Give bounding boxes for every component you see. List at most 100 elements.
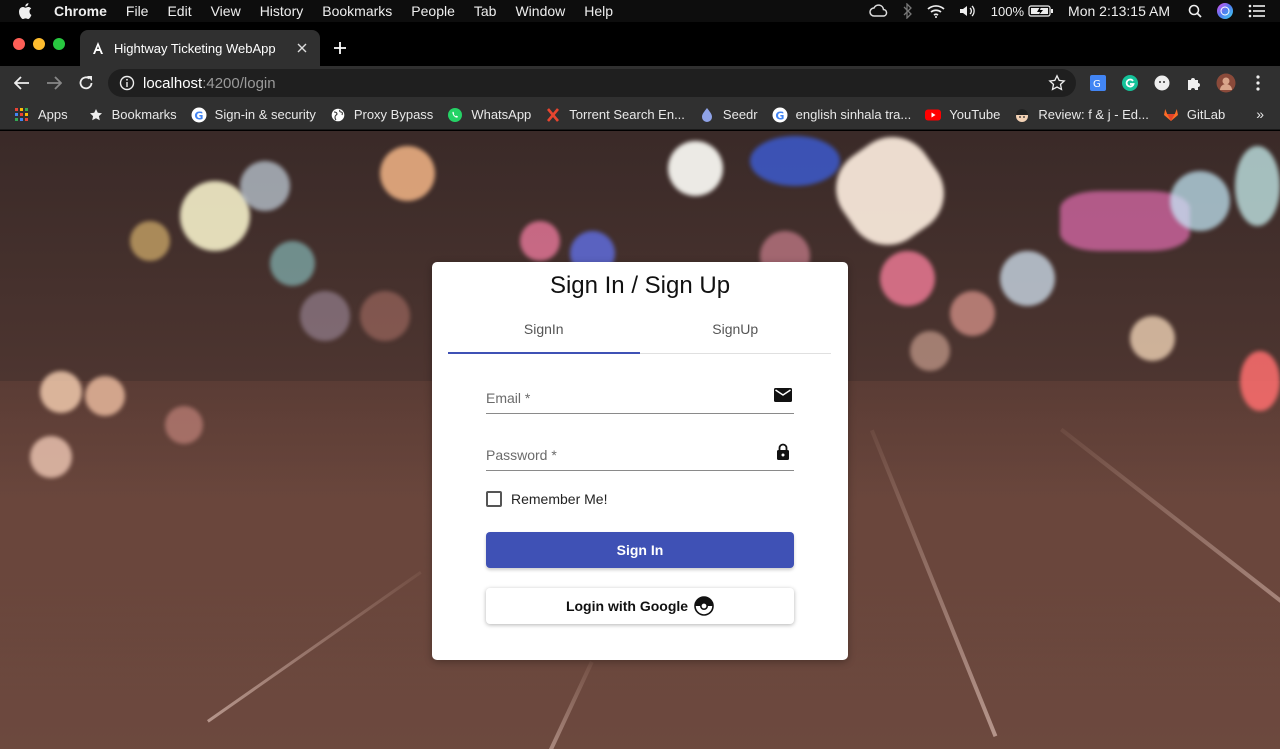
menu-file[interactable]: File <box>126 3 149 19</box>
svg-text:G: G <box>1093 79 1101 90</box>
chrome-menu-icon[interactable] <box>1248 73 1268 93</box>
google-icon: G <box>772 107 788 123</box>
zoom-window-button[interactable] <box>53 38 65 50</box>
login-with-google-button[interactable]: Login with Google <box>486 588 794 624</box>
close-tab-icon[interactable] <box>292 38 312 58</box>
google-icon: G <box>191 107 207 123</box>
bookmark-seedr[interactable]: Seedr <box>699 107 758 123</box>
macos-menu-bar: Chrome File Edit View History Bookmarks … <box>0 0 1280 22</box>
browser-tab-active[interactable]: Hightway Ticketing WebApp <box>80 30 320 66</box>
menu-edit[interactable]: Edit <box>167 3 191 19</box>
creative-cloud-icon[interactable] <box>869 4 889 18</box>
bookmark-gitlab[interactable]: GitLab <box>1163 107 1225 123</box>
password-label: Password * <box>486 447 557 463</box>
bookmark-label: Apps <box>38 107 68 122</box>
bookmark-label: Torrent Search En... <box>569 107 685 122</box>
bookmark-proxy-bypass[interactable]: Proxy Bypass <box>330 107 433 123</box>
bookmark-bookmarks[interactable]: Bookmarks <box>88 107 177 123</box>
seedr-icon <box>699 107 715 123</box>
card-title: Sign In / Sign Up <box>549 272 731 299</box>
bookmarks-bar: Apps Bookmarks G Sign-in & security Prox… <box>0 100 1280 130</box>
forward-button[interactable] <box>42 71 66 95</box>
notification-center-icon[interactable] <box>1248 4 1266 18</box>
remember-me-checkbox[interactable]: Remember Me! <box>486 491 607 507</box>
volume-icon[interactable] <box>959 4 977 18</box>
angular-favicon-icon <box>90 40 106 56</box>
bookmark-sign-in-security[interactable]: G Sign-in & security <box>191 107 316 123</box>
bookmark-youtube[interactable]: YouTube <box>925 107 1000 123</box>
email-label: Email * <box>486 390 531 406</box>
whatsapp-icon <box>447 107 463 123</box>
tab-signup[interactable]: SignUp <box>640 314 832 353</box>
site-info-icon[interactable] <box>119 75 135 91</box>
x-icon <box>545 107 561 123</box>
back-button[interactable] <box>10 71 34 95</box>
menu-view[interactable]: View <box>211 3 241 19</box>
star-icon <box>88 107 104 123</box>
sign-in-button[interactable]: Sign In <box>486 532 794 568</box>
google-translate-extension-icon[interactable]: G <box>1088 73 1108 93</box>
battery-percent: 100% <box>990 3 1025 19</box>
extensions-puzzle-icon[interactable] <box>1184 73 1204 93</box>
bluetooth-icon[interactable] <box>903 3 913 19</box>
bookmark-label: Bookmarks <box>111 107 177 122</box>
tab-signin[interactable]: SignIn <box>448 314 640 354</box>
apple-icon[interactable] <box>18 3 36 19</box>
bookmark-english-sinhala[interactable]: G english sinhala tra... <box>772 107 912 123</box>
grammarly-extension-icon[interactable] <box>1120 73 1140 93</box>
page-viewport: Sign In / Sign Up SignIn SignUp Email * … <box>0 131 1280 749</box>
bookmark-label: WhatsApp <box>471 107 532 122</box>
svg-text:G: G <box>775 109 784 122</box>
siri-icon[interactable] <box>1216 2 1234 20</box>
url-path: :4200/login <box>202 74 276 92</box>
bookmark-label: Seedr <box>722 107 758 122</box>
youtube-icon <box>925 107 942 123</box>
minimize-window-button[interactable] <box>33 38 45 50</box>
bookmarks-overflow-icon[interactable]: » <box>1256 106 1264 122</box>
tab-strip: Hightway Ticketing WebApp <box>0 22 1280 66</box>
password-field[interactable]: Password * <box>486 441 794 471</box>
menu-help[interactable]: Help <box>584 3 613 19</box>
profile-avatar-icon[interactable] <box>1216 73 1236 93</box>
email-field[interactable]: Email * <box>486 384 794 414</box>
close-window-button[interactable] <box>13 38 25 50</box>
menu-app-name[interactable]: Chrome <box>54 3 107 19</box>
checkbox-box[interactable] <box>486 491 502 507</box>
bookmark-label: Sign-in & security <box>214 107 316 122</box>
spotlight-icon[interactable] <box>1188 4 1202 18</box>
bookmark-label: english sinhala tra... <box>795 107 912 122</box>
menu-bookmarks[interactable]: Bookmarks <box>322 3 392 19</box>
menu-people[interactable]: People <box>411 3 455 19</box>
apps-grid-icon <box>14 107 30 123</box>
gitlab-icon <box>1163 107 1179 123</box>
avatar-icon <box>1014 107 1030 123</box>
tab-title: Hightway Ticketing WebApp <box>114 40 276 56</box>
bookmark-label: Proxy Bypass <box>353 107 434 122</box>
menu-window[interactable]: Window <box>515 3 565 19</box>
reload-button[interactable] <box>74 71 98 95</box>
bookmark-label: Review: f & j - Ed... <box>1038 107 1149 122</box>
bookmark-label: GitLab <box>1186 107 1226 122</box>
battery-icon[interactable] <box>1028 5 1054 17</box>
auth-tabs: SignIn SignUp <box>448 314 831 354</box>
bookmark-whatsapp[interactable]: WhatsApp <box>447 107 531 123</box>
pokeball-icon <box>694 596 714 616</box>
browser-toolbar: localhost:4200/login G <box>0 66 1280 100</box>
bookmark-star-icon[interactable] <box>1048 74 1066 92</box>
auth-card: Sign In / Sign Up SignIn SignUp Email * … <box>432 262 848 660</box>
menu-tab[interactable]: Tab <box>474 3 497 19</box>
mail-icon <box>772 384 794 406</box>
bookmark-label: YouTube <box>949 107 1001 122</box>
remember-me-label: Remember Me! <box>511 491 608 507</box>
bookmark-torrent-search[interactable]: Torrent Search En... <box>545 107 685 123</box>
new-tab-button[interactable] <box>330 38 350 58</box>
bookmark-review[interactable]: Review: f & j - Ed... <box>1014 107 1149 123</box>
clock[interactable]: Mon 2:13:15 AM <box>1068 3 1170 19</box>
svg-text:G: G <box>194 109 203 122</box>
lock-icon <box>772 441 794 463</box>
extension-icon[interactable] <box>1152 73 1172 93</box>
menu-history[interactable]: History <box>260 3 304 19</box>
bookmark-apps[interactable]: Apps <box>14 107 68 123</box>
address-bar[interactable]: localhost:4200/login <box>108 69 1076 97</box>
wifi-icon[interactable] <box>927 4 945 18</box>
